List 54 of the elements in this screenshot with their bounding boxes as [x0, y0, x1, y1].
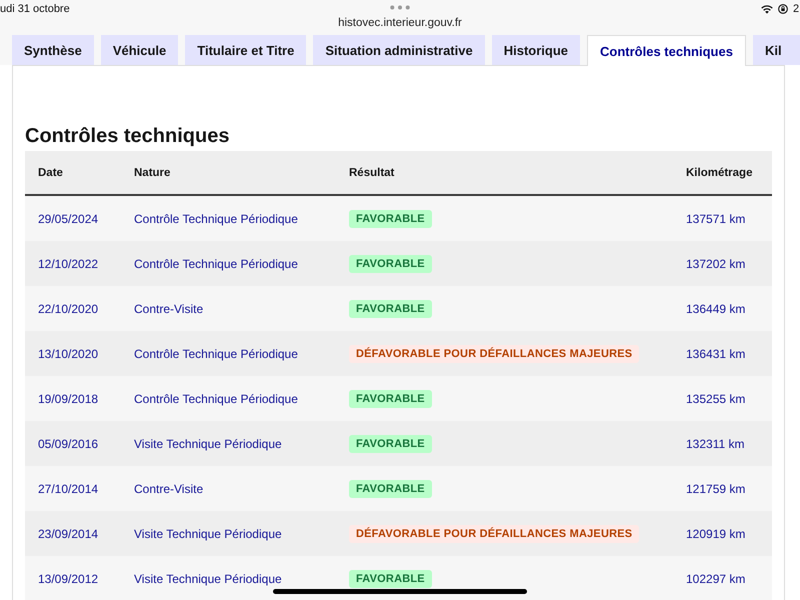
- mileage-cell-text: 136449 km: [685, 302, 746, 316]
- mileage-cell-text: 136431 km: [685, 346, 746, 360]
- column-header: Date: [37, 166, 63, 178]
- result-badge: FAVORABLE: [349, 570, 432, 588]
- nature-cell-text: Visite Technique Périodique: [133, 436, 282, 450]
- result-badge: DÉFAVORABLE POUR DÉFAILLANCES MAJEURES: [349, 525, 640, 543]
- result-badge: FAVORABLE: [349, 390, 432, 408]
- mileage-cell-text: 132311 km: [685, 436, 744, 450]
- mileage-cell-text: 137202 km: [685, 256, 746, 270]
- tab[interactable]: Contrôles techniques: [587, 35, 746, 66]
- tab[interactable]: Synthèse: [12, 35, 94, 65]
- column-header: Résultat: [348, 166, 394, 178]
- date-cell-text: 13/10/2020: [37, 346, 98, 360]
- tab[interactable]: Kil: [752, 35, 800, 65]
- nature-cell-text: Contrôle Technique Périodique: [133, 212, 298, 226]
- nature-cell-text: Contre-Visite: [133, 482, 204, 496]
- battery-percent: 2: [793, 3, 800, 15]
- nature-cell-text: Visite Technique Périodique: [133, 526, 282, 540]
- result-badge: DÉFAVORABLE POUR DÉFAILLANCES MAJEURES: [349, 345, 640, 363]
- address-url[interactable]: histovec.interieur.gouv.fr: [338, 17, 462, 29]
- date-cell-text: 05/09/2016: [37, 436, 98, 450]
- date-cell-text: 22/10/2020: [37, 302, 98, 316]
- result-badge: FAVORABLE: [349, 255, 432, 273]
- mileage-cell-text: 120919 km: [685, 526, 746, 540]
- result-badge: FAVORABLE: [349, 480, 432, 498]
- status-date: udi 31 octobre: [0, 3, 70, 15]
- column-header: Nature: [133, 166, 170, 178]
- mileage-cell-text: 121759 km: [685, 482, 746, 496]
- date-cell-text: 19/09/2018: [37, 392, 98, 406]
- tab[interactable]: Véhicule: [100, 35, 178, 65]
- circle-lock-icon: [778, 4, 788, 14]
- result-badge: FAVORABLE: [349, 435, 432, 453]
- nature-cell-text: Contrôle Technique Périodique: [133, 346, 298, 360]
- tab[interactable]: Titulaire et Titre: [185, 35, 306, 65]
- mileage-cell-text: 135255 km: [685, 392, 746, 406]
- date-cell-text: 12/10/2022: [37, 256, 98, 270]
- mileage-cell-text: 137571 km: [685, 212, 746, 226]
- tab[interactable]: Historique: [492, 35, 580, 65]
- nature-cell-text: Visite Technique Périodique: [133, 572, 282, 586]
- date-cell-text: 23/09/2014: [37, 526, 98, 540]
- nature-cell-text: Contrôle Technique Périodique: [133, 392, 298, 406]
- result-badge: FAVORABLE: [349, 300, 432, 318]
- mileage-cell-text: 102297 km: [685, 572, 746, 586]
- nature-cell-text: Contrôle Technique Périodique: [133, 256, 298, 270]
- date-cell-text: 13/09/2012: [37, 572, 98, 586]
- result-badge: FAVORABLE: [349, 210, 432, 228]
- nature-cell-text: Contre-Visite: [133, 302, 204, 316]
- wifi-icon: [761, 4, 773, 14]
- date-cell-text: 29/05/2024: [37, 212, 98, 226]
- column-header: Kilométrage: [685, 166, 752, 178]
- date-cell-text: 27/10/2014: [37, 482, 98, 496]
- dots-icon: [390, 5, 410, 10]
- section-title: Contrôles techniques: [25, 124, 230, 148]
- tab[interactable]: Situation administrative: [313, 35, 485, 65]
